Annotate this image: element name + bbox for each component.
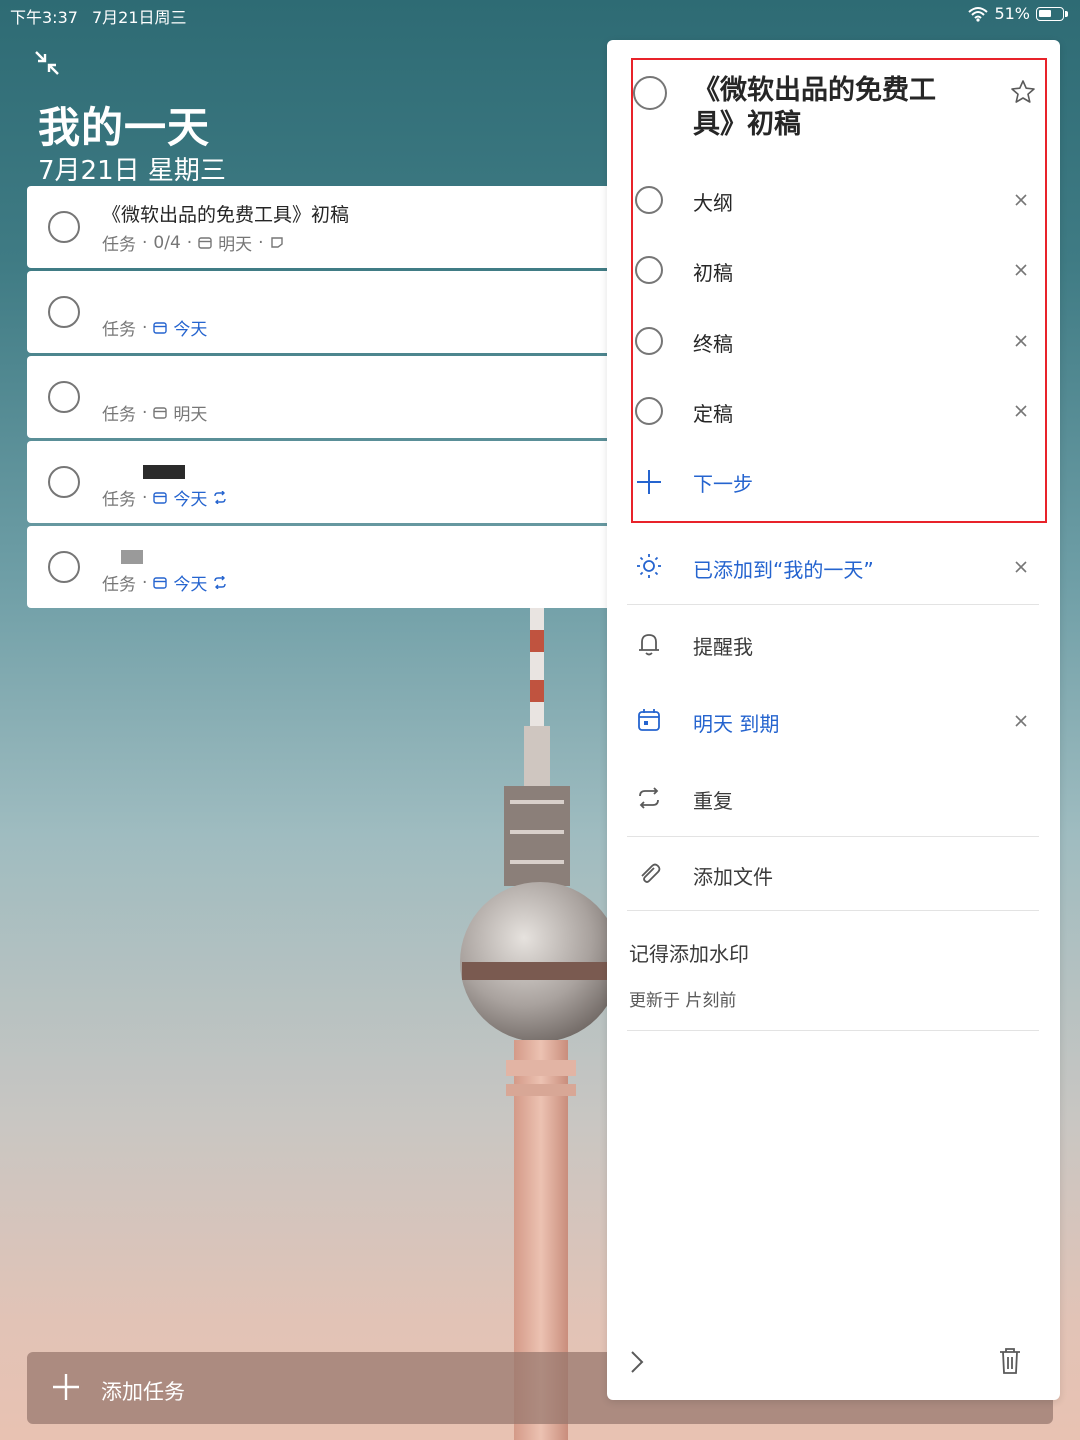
task-due: 明天 — [173, 405, 208, 425]
step-label[interactable]: 大纲 — [693, 187, 733, 216]
calendar-icon — [153, 407, 168, 419]
calendar-icon — [153, 322, 168, 334]
step-checkbox[interactable] — [635, 186, 663, 214]
divider — [627, 910, 1039, 911]
task-item[interactable]: 任务 · 今天 — [27, 271, 627, 353]
step-label[interactable]: 初稿 — [693, 257, 733, 286]
task-meta: 任务 · 0/4 · 明天 · — [102, 230, 284, 255]
task-title: 《微软出品的免费工具》初稿 — [102, 204, 350, 226]
task-complete-checkbox[interactable] — [48, 551, 80, 583]
repeat-button[interactable]: 重复 — [693, 785, 733, 814]
step-checkbox[interactable] — [635, 327, 663, 355]
task-complete-checkbox[interactable] — [48, 211, 80, 243]
add-step-input[interactable]: 下一步 — [693, 468, 753, 497]
battery-tip — [1065, 10, 1068, 17]
close-icon[interactable] — [1013, 192, 1029, 208]
add-task-label: 添加任务 — [101, 1380, 185, 1404]
repeat-icon — [639, 787, 659, 809]
close-icon[interactable] — [1013, 559, 1029, 575]
collapse-icon[interactable] — [32, 48, 62, 78]
status-bar: 下午3:37 7月21日周三 51% — [0, 0, 1080, 28]
my-day-status[interactable]: 已添加到“我的一天” — [693, 554, 874, 583]
redacted-block — [121, 550, 143, 564]
separator-dot: · — [142, 232, 148, 253]
step-label[interactable]: 终稿 — [693, 328, 733, 357]
task-type: 任务 — [102, 320, 136, 340]
battery-icon — [1036, 6, 1064, 21]
task-due: 今天 — [173, 575, 208, 595]
task-meta: 任务 · 今天 — [102, 485, 227, 510]
close-icon[interactable] — [1013, 333, 1029, 349]
task-due: 明天 — [218, 235, 253, 255]
calendar-icon — [638, 709, 660, 731]
detail-complete-checkbox[interactable] — [633, 76, 667, 110]
separator-dot: · — [142, 402, 148, 423]
task-detail-panel: 《微软出品的免费工具》初稿 大纲 初稿 终稿 定稿 下一步 已添加到“我的一天”… — [607, 40, 1060, 1400]
plus-icon — [53, 1374, 79, 1400]
page-title: 我的一天 — [38, 103, 211, 152]
task-progress: 0/4 — [153, 232, 181, 253]
remind-me-button[interactable]: 提醒我 — [693, 631, 753, 660]
separator-dot: · — [142, 317, 148, 338]
task-complete-checkbox[interactable] — [48, 296, 80, 328]
task-item[interactable]: 《微软出品的免费工具》初稿 任务 · 0/4 · 明天 · — [27, 186, 627, 268]
task-item[interactable]: 任务 · 今天 — [27, 441, 627, 523]
battery-percent: 51% — [994, 4, 1030, 23]
attach-icon — [641, 863, 661, 883]
repeat-icon — [214, 576, 227, 589]
task-meta: 任务 · 明天 — [102, 400, 208, 426]
add-file-button[interactable]: 添加文件 — [693, 861, 773, 890]
page-date: 7月21日 星期三 — [38, 156, 226, 186]
divider — [627, 1030, 1039, 1031]
repeat-icon — [214, 491, 227, 504]
task-meta: 任务 · 今天 — [102, 315, 208, 341]
note-text[interactable]: 记得添加水印 — [629, 938, 749, 967]
separator-dot: · — [258, 232, 264, 253]
detail-title[interactable]: 《微软出品的免费工具》初稿 — [693, 74, 973, 142]
trash-icon[interactable] — [997, 1346, 1023, 1376]
plus-icon[interactable] — [635, 468, 663, 496]
calendar-icon — [198, 237, 212, 249]
task-type: 任务 — [102, 405, 136, 425]
separator-dot: · — [186, 232, 193, 253]
divider — [627, 604, 1039, 605]
status-indicators: 51% — [968, 4, 1068, 23]
close-icon[interactable] — [1013, 262, 1029, 278]
task-complete-checkbox[interactable] — [48, 466, 80, 498]
separator-dot: · — [142, 572, 148, 593]
sun-icon — [637, 554, 661, 578]
bell-icon — [639, 634, 659, 656]
task-type: 任务 — [102, 490, 136, 510]
close-icon[interactable] — [1013, 713, 1029, 729]
calendar-icon — [153, 492, 168, 504]
task-due: 今天 — [173, 490, 208, 510]
task-type: 任务 — [102, 575, 136, 595]
step-checkbox[interactable] — [635, 397, 663, 425]
task-list: 《微软出品的免费工具》初稿 任务 · 0/4 · 明天 · 任务 · 今天 任务… — [27, 186, 627, 611]
divider — [627, 836, 1039, 837]
task-meta: 任务 · 今天 — [102, 570, 227, 595]
task-type: 任务 — [102, 235, 136, 255]
calendar-icon — [153, 577, 168, 589]
due-date-button[interactable]: 明天 到期 — [693, 708, 779, 737]
step-checkbox[interactable] — [635, 256, 663, 284]
separator-dot: · — [142, 487, 148, 508]
task-item[interactable]: 任务 · 今天 — [27, 526, 627, 608]
note-icon — [270, 237, 283, 248]
star-icon[interactable] — [1009, 78, 1037, 106]
task-complete-checkbox[interactable] — [48, 381, 80, 413]
updated-text: 更新于 片刻前 — [629, 991, 737, 1011]
wifi-icon — [968, 6, 989, 22]
chevron-right-icon[interactable] — [627, 1348, 647, 1376]
close-icon[interactable] — [1013, 403, 1029, 419]
task-due: 今天 — [173, 320, 208, 340]
redacted-block — [143, 465, 185, 479]
status-date: 7月21日周三 — [92, 8, 187, 27]
step-label[interactable]: 定稿 — [693, 398, 733, 427]
status-time: 下午3:37 — [10, 8, 78, 27]
task-item[interactable]: 任务 · 明天 — [27, 356, 627, 438]
